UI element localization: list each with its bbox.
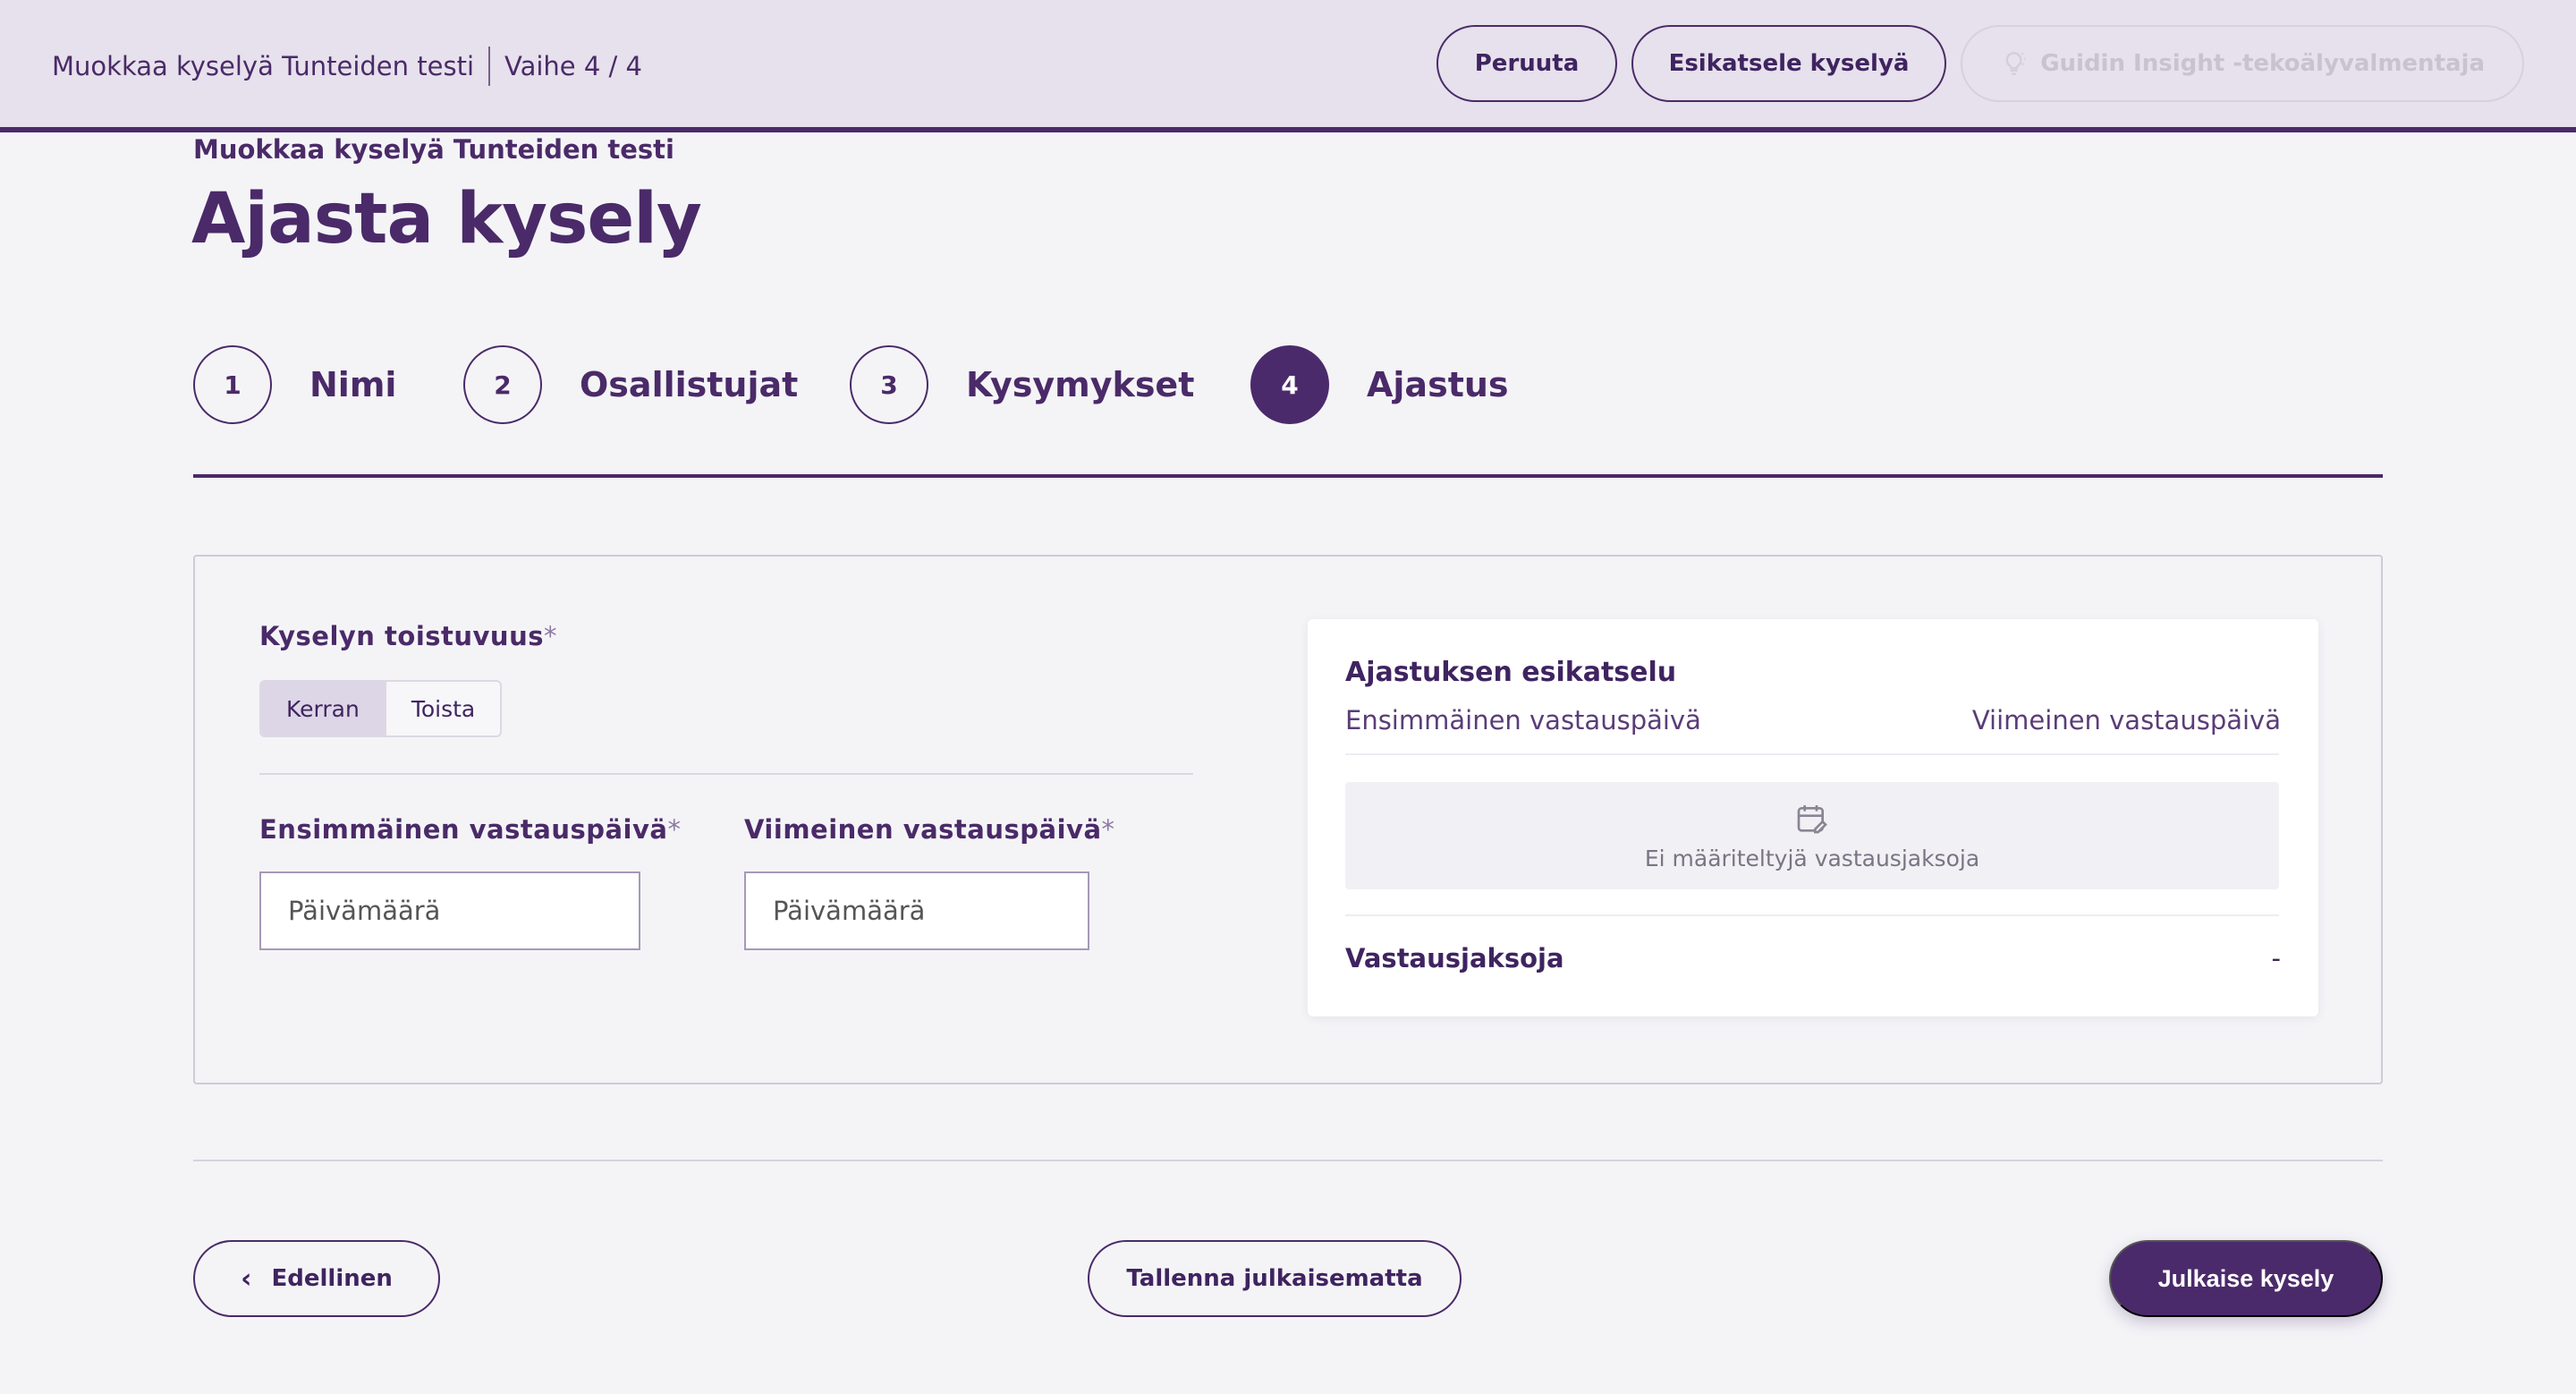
step-label: Kysymykset: [966, 365, 1195, 404]
frequency-toggle: Kerran Toista: [259, 680, 503, 737]
previous-button-label: Edellinen: [271, 1265, 393, 1292]
required-mark: *: [667, 814, 682, 845]
page-title: Ajasta kysely: [191, 179, 702, 259]
preview-title: Ajastuksen esikatselu: [1345, 657, 1677, 688]
step-number: 2: [463, 345, 542, 424]
preview-first-date-header: Ensimmäinen vastauspäivä: [1345, 705, 1701, 735]
chevron-left-icon: ‹: [241, 1262, 252, 1295]
cancel-button[interactable]: Peruuta: [1436, 25, 1617, 102]
topbar-actions: Peruuta Esikatsele kyselyä Guidin Insigh…: [1436, 25, 2524, 102]
publish-survey-button[interactable]: Julkaise kysely: [2109, 1240, 2383, 1317]
schedule-card: Kyselyn toistuvuus* Kerran Toista Ensimm…: [193, 555, 2383, 1084]
save-without-publishing-button[interactable]: Tallenna julkaisematta: [1088, 1240, 1462, 1317]
preview-last-date-header: Viimeinen vastauspäivä: [1971, 705, 2281, 735]
frequency-label-text: Kyselyn toistuvuus: [259, 621, 544, 651]
schedule-preview-panel: Ajastuksen esikatselu Ensimmäinen vastau…: [1308, 619, 2318, 1016]
step-label: Nimi: [309, 365, 397, 404]
divider: [1345, 914, 2279, 916]
lightbulb-icon: [2005, 52, 2026, 75]
step-schedule[interactable]: 4 Ajastus: [1250, 345, 1509, 424]
top-bar: Muokkaa kyselyä Tunteiden testi Vaihe 4 …: [0, 0, 2576, 132]
required-mark: *: [1101, 814, 1115, 845]
ai-coach-label: Guidin Insight -tekoälyvalmentaja: [2040, 50, 2485, 77]
frequency-repeat-option[interactable]: Toista: [384, 682, 500, 735]
divider: [259, 773, 1193, 775]
first-date-label: Ensimmäinen vastauspäivä*: [259, 814, 681, 845]
wizard-stepper: 1 Nimi 2 Osallistujat 3 Kysymykset 4 Aja…: [193, 345, 2383, 478]
periods-count-value: -: [2271, 943, 2281, 973]
breadcrumb: Muokkaa kyselyä Tunteiden testi: [193, 134, 674, 165]
last-date-input[interactable]: Päivämäärä: [744, 871, 1089, 950]
periods-count-label: Vastausjaksoja: [1345, 943, 1564, 973]
empty-periods-text: Ei määriteltyjä vastausjaksoja: [1644, 845, 1980, 871]
topbar-step-indicator: Vaihe 4 / 4: [504, 51, 642, 81]
topbar-divider: [488, 47, 491, 86]
ai-coach-button[interactable]: Guidin Insight -tekoälyvalmentaja: [1961, 25, 2524, 102]
last-date-label: Viimeinen vastauspäivä*: [744, 814, 1115, 845]
calendar-edit-icon: [1797, 804, 1827, 833]
preview-survey-button[interactable]: Esikatsele kyselyä: [1631, 25, 1946, 102]
last-date-label-text: Viimeinen vastauspäivä: [744, 814, 1102, 845]
step-name[interactable]: 1 Nimi: [193, 345, 396, 424]
first-date-label-text: Ensimmäinen vastauspäivä: [259, 814, 668, 845]
divider: [1345, 753, 2279, 755]
previous-button[interactable]: ‹ Edellinen: [193, 1240, 440, 1317]
step-label: Osallistujat: [580, 365, 799, 404]
step-number: 3: [850, 345, 928, 424]
footer-divider: [193, 1160, 2383, 1161]
step-label: Ajastus: [1367, 365, 1509, 404]
step-questions[interactable]: 3 Kysymykset: [850, 345, 1194, 424]
frequency-label: Kyselyn toistuvuus*: [259, 621, 557, 651]
step-number: 1: [193, 345, 272, 424]
step-participants[interactable]: 2 Osallistujat: [463, 345, 798, 424]
step-number: 4: [1250, 345, 1329, 424]
first-date-input[interactable]: Päivämäärä: [259, 871, 640, 950]
required-mark: *: [544, 621, 557, 651]
frequency-once-option[interactable]: Kerran: [261, 682, 385, 735]
topbar-title-group: Muokkaa kyselyä Tunteiden testi Vaihe 4 …: [52, 47, 642, 86]
empty-periods-placeholder: Ei määriteltyjä vastausjaksoja: [1345, 782, 2279, 889]
topbar-title: Muokkaa kyselyä Tunteiden testi: [52, 51, 475, 81]
